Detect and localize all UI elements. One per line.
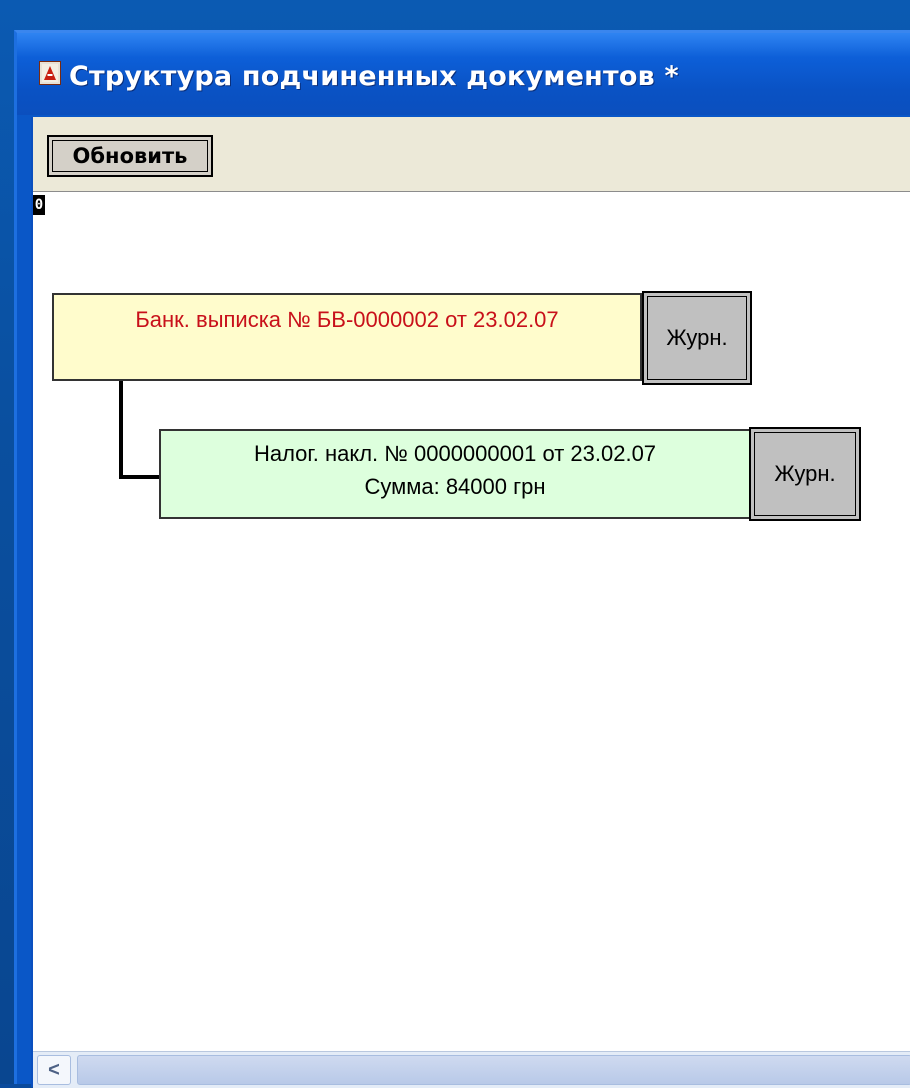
child-document-node[interactable]: Налог. накл. № 0000000001 от 23.02.07 Су… bbox=[159, 429, 751, 519]
document-tree-canvas: Банк. выписка № БВ-0000002 от 23.02.07 Ж… bbox=[33, 191, 910, 1051]
scroll-left-arrow-icon[interactable]: < bbox=[37, 1055, 71, 1085]
window-title: Структура подчиненных документов * bbox=[69, 61, 679, 92]
tree-connector-vertical bbox=[119, 379, 123, 479]
parent-document-node[interactable]: Банк. выписка № БВ-0000002 от 23.02.07 bbox=[52, 293, 642, 381]
refresh-button[interactable]: Обновить bbox=[47, 135, 213, 177]
child-document-title: Налог. накл. № 0000000001 от 23.02.07 bbox=[253, 441, 657, 466]
child-journal-button[interactable]: Журн. bbox=[749, 427, 861, 521]
scroll-track[interactable] bbox=[77, 1055, 910, 1085]
horizontal-scrollbar[interactable]: < bbox=[33, 1051, 910, 1088]
client-area: Обновить 0 Банк. выписка № БВ-0000002 от… bbox=[31, 117, 910, 1088]
child-document-sum: Сумма: 84000 грн bbox=[364, 474, 546, 499]
toolbar: Обновить bbox=[33, 117, 910, 192]
document-structure-window: Структура подчиненных документов * Обнов… bbox=[14, 30, 910, 1088]
document-app-icon[interactable] bbox=[39, 61, 61, 85]
parent-journal-button[interactable]: Журн. bbox=[642, 291, 752, 385]
parent-document-title: Банк. выписка № БВ-0000002 от 23.02.07 bbox=[135, 307, 559, 332]
title-bar[interactable]: Структура подчиненных документов * bbox=[17, 33, 910, 115]
